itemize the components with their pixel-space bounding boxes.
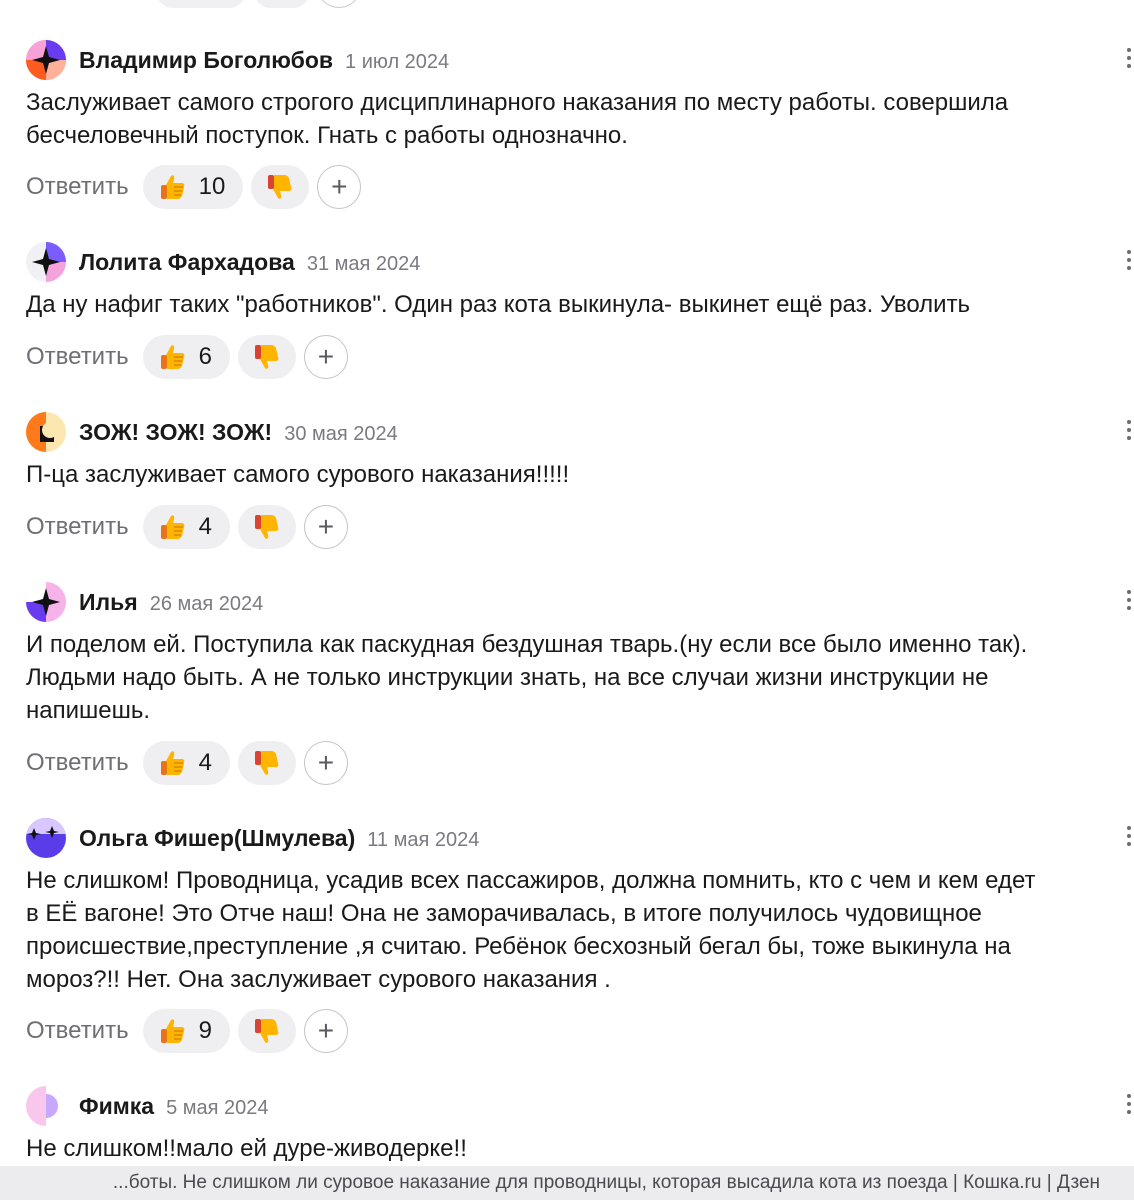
thumbs-down-icon [264, 171, 296, 203]
reply-button[interactable]: Ответить [26, 343, 129, 371]
author-name[interactable]: Лолита Фархадова 31 мая 2024 [79, 249, 420, 276]
clipped-add-reaction-button[interactable] [318, 0, 360, 8]
avatar[interactable] [26, 40, 66, 80]
reply-button[interactable]: Ответить [26, 1017, 129, 1045]
like-count: 4 [198, 513, 212, 540]
dislike-button[interactable] [237, 505, 296, 549]
author-name[interactable]: ЗОЖ! ЗОЖ! ЗОЖ! 30 мая 2024 [79, 419, 398, 446]
like-count: 9 [198, 1017, 212, 1044]
comment-date: 30 мая 2024 [284, 423, 398, 445]
page-title: ...боты. Не слишком ли суровое наказание… [112, 1172, 1100, 1193]
comment-text: П-ца заслуживает самого сурового наказан… [26, 461, 570, 488]
reply-button[interactable]: Ответить [26, 173, 129, 201]
clipped-dislike-button[interactable] [254, 0, 310, 8]
comment-text: Не слишком! Проводница, усадив всех пасс… [26, 867, 1036, 993]
like-button[interactable]: 6 [142, 335, 230, 379]
comment-date: 5 мая 2024 [166, 1097, 269, 1119]
thumbs-up-icon [157, 171, 189, 203]
add-reaction-button[interactable]: + [303, 505, 348, 549]
thumbs-up-icon [157, 747, 189, 779]
comment-actions: Ответить 9 + [26, 1008, 348, 1054]
like-button[interactable]: 4 [142, 505, 230, 549]
author-name[interactable]: Владимир Боголюбов 1 июл 2024 [79, 47, 449, 74]
dislike-button[interactable] [251, 165, 310, 209]
author-name[interactable]: Илья 26 мая 2024 [79, 589, 263, 616]
thumbs-down-icon [251, 747, 283, 779]
thumbs-down-icon [251, 511, 283, 543]
like-count: 4 [198, 749, 212, 776]
thumbs-up-icon [157, 511, 189, 543]
add-reaction-button[interactable]: + [303, 335, 348, 379]
comment-actions: Ответить 6 + [26, 334, 348, 380]
comment-text: Да ну нафиг таких "работников". Один раз… [26, 291, 971, 318]
more-options-icon[interactable] [1126, 250, 1132, 270]
comment-actions: Ответить 4 + [26, 504, 348, 550]
comment-date: 1 июл 2024 [345, 51, 450, 73]
thumbs-down-icon [251, 341, 283, 373]
comment-date: 11 мая 2024 [367, 829, 480, 851]
comment-date: 31 мая 2024 [306, 253, 421, 275]
like-button[interactable]: 10 [142, 165, 244, 209]
more-options-icon[interactable] [1126, 826, 1132, 846]
dislike-button[interactable] [237, 335, 296, 379]
more-options-icon[interactable] [1126, 1094, 1132, 1114]
like-button[interactable]: 9 [142, 1009, 230, 1053]
add-reaction-button[interactable]: + [303, 1009, 348, 1053]
dislike-button[interactable] [237, 741, 296, 785]
avatar[interactable] [26, 818, 66, 858]
avatar[interactable] [26, 582, 66, 622]
thumbs-up-icon [157, 1015, 189, 1047]
add-reaction-button[interactable]: + [303, 741, 348, 785]
more-options-icon[interactable] [1126, 590, 1132, 610]
reply-button[interactable]: Ответить [26, 513, 129, 541]
thumbs-down-icon [251, 1015, 283, 1047]
author-name[interactable]: Фимка 5 мая 2024 [79, 1093, 269, 1120]
comment-actions: Ответить 10 + [26, 164, 362, 210]
comment-text: Не слишком!!мало ей дуре-живодерке!! [26, 1135, 467, 1162]
more-options-icon[interactable] [1126, 420, 1132, 440]
avatar[interactable] [26, 242, 66, 282]
dislike-button[interactable] [237, 1009, 296, 1053]
more-options-icon[interactable] [1126, 48, 1132, 68]
page-title-bar: ...боты. Не слишком ли суровое наказание… [0, 1166, 1134, 1200]
like-count: 10 [198, 173, 226, 200]
clipped-like-button[interactable] [156, 0, 246, 8]
reply-button[interactable]: Ответить [26, 749, 129, 777]
like-count: 6 [198, 343, 212, 370]
like-button[interactable]: 4 [142, 741, 230, 785]
thumbs-up-icon [157, 341, 189, 373]
avatar[interactable] [26, 1086, 66, 1126]
comment-text: Заслуживает самого строгого дисциплинарн… [26, 89, 1009, 149]
comment-actions: Ответить 4 + [26, 740, 348, 786]
comment-date: 26 мая 2024 [149, 593, 264, 615]
add-reaction-button[interactable]: + [317, 165, 362, 209]
comment-text: И поделом ей. Поступила как паскудная бе… [26, 631, 1028, 724]
author-name[interactable]: Ольга Фишер(Шмулева) 11 мая 2024 [79, 825, 479, 852]
avatar[interactable] [26, 412, 66, 452]
